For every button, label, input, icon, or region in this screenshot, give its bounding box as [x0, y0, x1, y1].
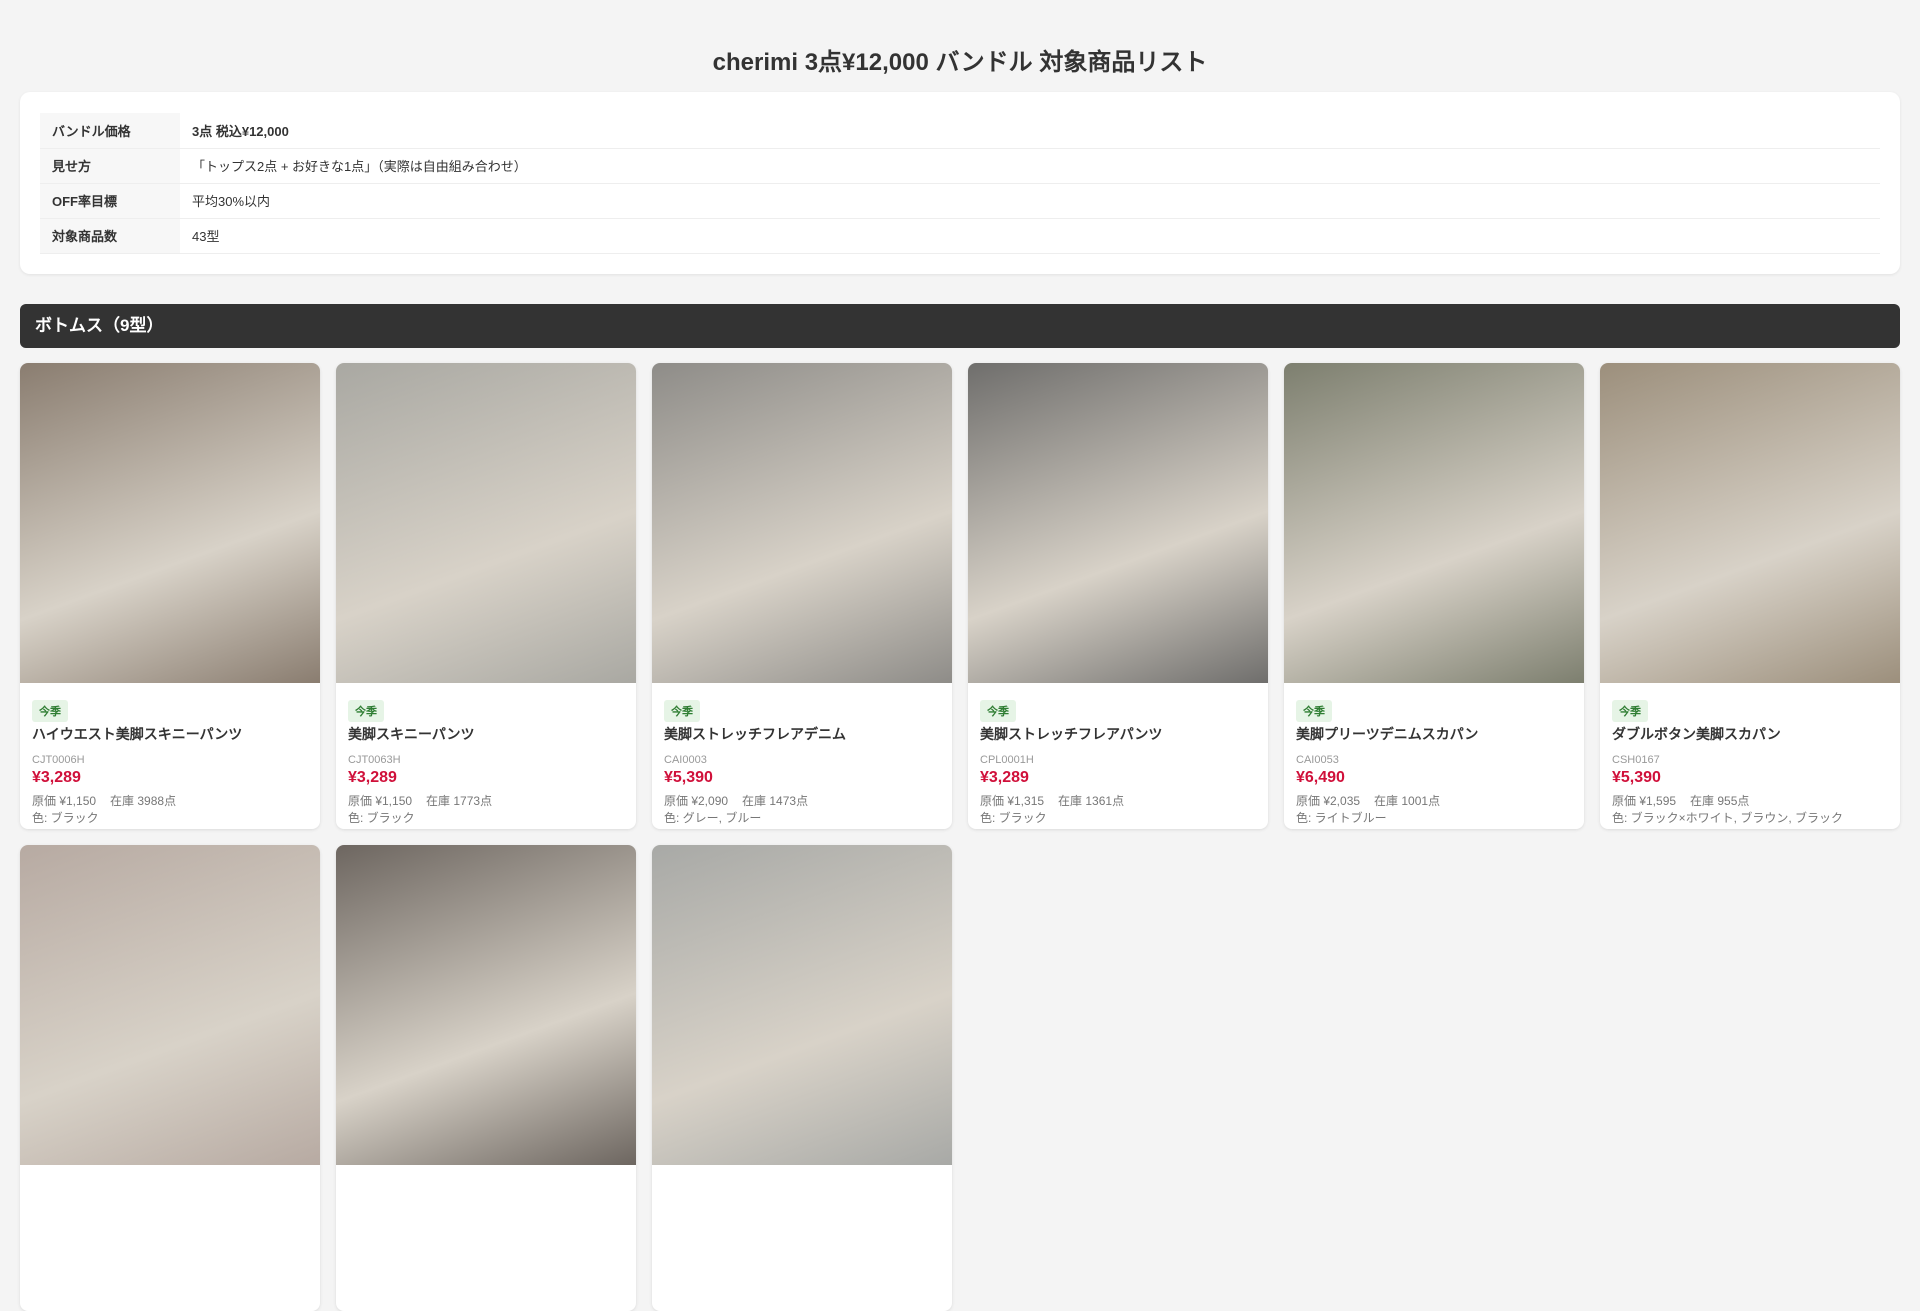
product-price: ¥5,390: [1612, 768, 1661, 786]
product-info: 今季 美脚ストレッチフレアパンツ CPL0001H ¥3,289 原価 ¥1,3…: [968, 683, 1268, 829]
product-name[interactable]: 美脚ストレッチフレアデニム: [664, 724, 940, 744]
product-price: ¥3,289: [348, 768, 397, 786]
stock-count: 在庫 955点: [1690, 793, 1750, 808]
cost-price: 原価 ¥2,035: [1296, 793, 1361, 808]
product-price: ¥5,390: [664, 768, 713, 786]
product-info: 今季 ダブルボタン美脚スカパン CSH0167 ¥5,390 原価 ¥1,595…: [1600, 683, 1900, 829]
info-value: 43型: [180, 218, 1880, 254]
product-image[interactable]: [1284, 362, 1584, 683]
product-colors: 色: ブラック: [980, 810, 1047, 825]
product-name[interactable]: ハイウエスト美脚スキニーパンツ: [32, 724, 308, 744]
cost-price: 原価 ¥2,090: [664, 793, 729, 808]
product-name[interactable]: ダブルボタン美脚スカパン: [1612, 724, 1888, 744]
product-image[interactable]: [652, 844, 952, 1165]
product-card[interactable]: [20, 844, 320, 1311]
season-badge: 今季: [980, 699, 1016, 722]
product-sku: CJT0063H: [348, 753, 401, 766]
bundle-info-card: バンドル価格 3点 税込¥12,000 見せ方 「トップス2点 + お好きな1点」（…: [20, 92, 1900, 274]
season-badge: 今季: [348, 699, 384, 722]
info-value: 平均30%以内: [180, 183, 1880, 219]
product-card[interactable]: [652, 844, 952, 1311]
product-image[interactable]: [336, 362, 636, 683]
season-badge: 今季: [664, 699, 700, 722]
product-price: ¥3,289: [32, 768, 81, 786]
product-sku: CAI0003: [664, 753, 707, 766]
product-price: ¥6,490: [1296, 768, 1345, 786]
season-badge: 今季: [32, 699, 68, 722]
product-image[interactable]: [652, 362, 952, 683]
product-card[interactable]: 今季 美脚スキニーパンツ CJT0063H ¥3,289 原価 ¥1,150 在庫…: [336, 362, 636, 829]
page-title: cherimi 3点¥12,000 バンドル 対象商品リスト: [712, 49, 1208, 76]
cost-price: 原価 ¥1,595: [1612, 793, 1677, 808]
product-sku: CAI0053: [1296, 753, 1339, 766]
stock-count: 在庫 1001点: [1374, 793, 1441, 808]
product-info: 今季 美脚ストレッチフレアデニム CAI0003 ¥5,390 原価 ¥2,09…: [652, 683, 952, 829]
product-info: 今季 美脚プリーツデニムスカパン CAI0053 ¥6,490 原価 ¥2,03…: [1284, 683, 1584, 829]
stock-count: 在庫 3988点: [110, 793, 177, 808]
info-row: バンドル価格 3点 税込¥12,000: [40, 113, 1880, 149]
info-key: 見せ方: [40, 148, 180, 184]
bundle-info-table: バンドル価格 3点 税込¥12,000 見せ方 「トップス2点 + お好きな1点」（…: [40, 113, 1880, 254]
info-value: 「トップス2点 + お好きな1点」（実際は自由組み合わせ）: [180, 148, 1880, 184]
product-image[interactable]: [20, 362, 320, 683]
product-card[interactable]: [336, 844, 636, 1311]
product-colors: 色: ブラック: [32, 810, 99, 825]
product-name[interactable]: 美脚ストレッチフレアパンツ: [980, 724, 1256, 744]
info-row: OFF率目標 平均30%以内: [40, 183, 1880, 219]
product-colors: 色: ライトブルー: [1296, 810, 1387, 825]
product-colors: 色: グレー, ブルー: [664, 810, 762, 825]
info-value: 3点 税込¥12,000: [180, 113, 1880, 149]
product-name[interactable]: 美脚スキニーパンツ: [348, 724, 624, 744]
cost-price: 原価 ¥1,150: [348, 793, 413, 808]
product-grid: 今季 ハイウエスト美脚スキニーパンツ CJT0006H ¥3,289 原価 ¥1…: [20, 362, 1900, 1311]
season-badge: 今季: [1296, 699, 1332, 722]
info-row: 見せ方 「トップス2点 + お好きな1点」（実際は自由組み合わせ）: [40, 148, 1880, 184]
product-card[interactable]: 今季 美脚ストレッチフレアパンツ CPL0001H ¥3,289 原価 ¥1,3…: [968, 362, 1268, 829]
product-colors: 色: ブラック: [348, 810, 415, 825]
product-card[interactable]: 今季 美脚プリーツデニムスカパン CAI0053 ¥6,490 原価 ¥2,03…: [1284, 362, 1584, 829]
product-image[interactable]: [968, 362, 1268, 683]
product-price: ¥3,289: [980, 768, 1029, 786]
info-key: バンドル価格: [40, 113, 180, 149]
product-sku: CJT0006H: [32, 753, 85, 766]
product-meta: 原価 ¥1,150 在庫 3988点: [32, 793, 308, 810]
product-meta: 原価 ¥2,090 在庫 1473点: [664, 793, 940, 810]
product-card[interactable]: 今季 ダブルボタン美脚スカパン CSH0167 ¥5,390 原価 ¥1,595…: [1600, 362, 1900, 829]
product-colors: 色: ブラック×ホワイト, ブラウン, ブラック: [1612, 810, 1844, 825]
product-meta: 原価 ¥2,035 在庫 1001点: [1296, 793, 1572, 810]
product-card[interactable]: 今季 ハイウエスト美脚スキニーパンツ CJT0006H ¥3,289 原価 ¥1…: [20, 362, 320, 829]
product-image[interactable]: [20, 844, 320, 1165]
cost-price: 原価 ¥1,315: [980, 793, 1045, 808]
stock-count: 在庫 1361点: [1058, 793, 1125, 808]
product-meta: 原価 ¥1,315 在庫 1361点: [980, 793, 1256, 810]
product-image[interactable]: [336, 844, 636, 1165]
info-key: OFF率目標: [40, 183, 180, 219]
product-info: 今季 ハイウエスト美脚スキニーパンツ CJT0006H ¥3,289 原価 ¥1…: [20, 683, 320, 829]
stock-count: 在庫 1773点: [426, 793, 493, 808]
info-key: 対象商品数: [40, 218, 180, 254]
product-image[interactable]: [1600, 362, 1900, 683]
section-header-bottoms: ボトムス（9型）: [20, 303, 1900, 348]
product-card[interactable]: 今季 美脚ストレッチフレアデニム CAI0003 ¥5,390 原価 ¥2,09…: [652, 362, 952, 829]
season-badge: 今季: [1612, 699, 1648, 722]
product-meta: 原価 ¥1,595 在庫 955点: [1612, 793, 1888, 810]
stock-count: 在庫 1473点: [742, 793, 809, 808]
product-info: 今季 美脚スキニーパンツ CJT0063H ¥3,289 原価 ¥1,150 在庫…: [336, 683, 636, 829]
product-sku: CPL0001H: [980, 753, 1034, 766]
product-sku: CSH0167: [1612, 753, 1660, 766]
info-row: 対象商品数 43型: [40, 218, 1880, 254]
product-name[interactable]: 美脚プリーツデニムスカパン: [1296, 724, 1572, 744]
product-meta: 原価 ¥1,150 在庫 1773点: [348, 793, 624, 810]
cost-price: 原価 ¥1,150: [32, 793, 97, 808]
